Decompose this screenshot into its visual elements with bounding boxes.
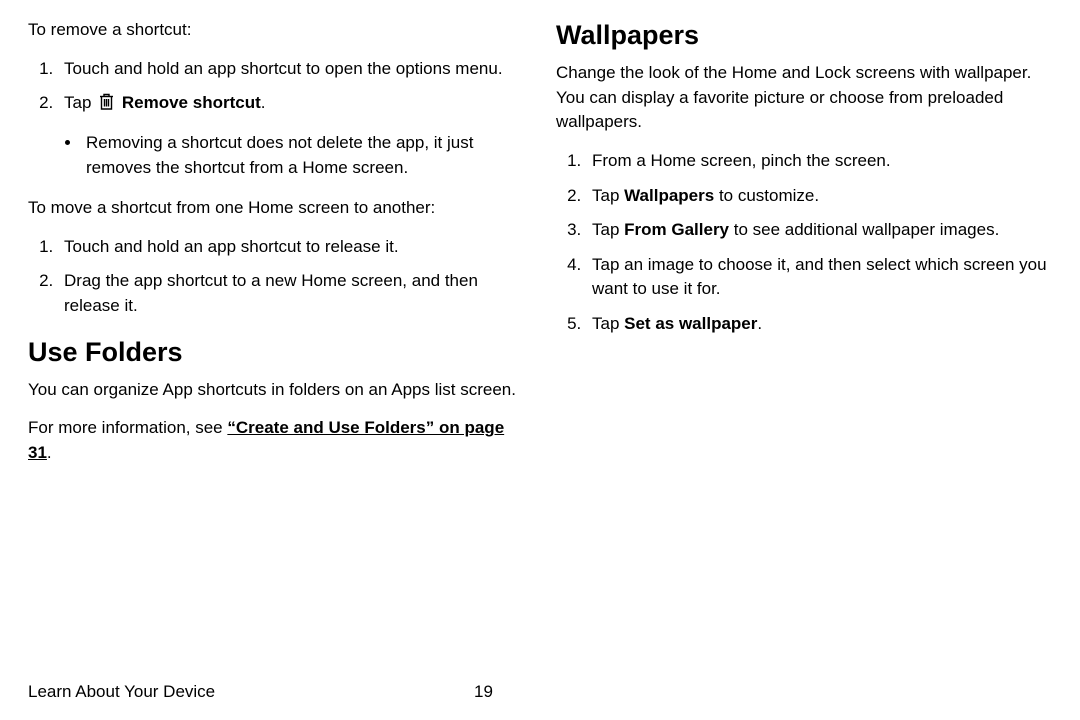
set-as-wallpaper-label: Set as wallpaper (624, 314, 757, 333)
wall-step-5: Tap Set as wallpaper. (586, 312, 1052, 337)
remove-shortcut-intro: To remove a shortcut: (28, 18, 524, 43)
page-footer: Learn About Your Device 19 (28, 682, 528, 702)
step-text-pre: Tap (592, 220, 624, 239)
left-column: To remove a shortcut: Touch and hold an … (28, 18, 524, 480)
wallpapers-label: Wallpapers (624, 186, 714, 205)
page-content: To remove a shortcut: Touch and hold an … (0, 0, 1080, 480)
step-text-post: to customize. (714, 186, 819, 205)
step-text-post: to see additional wallpaper images. (729, 220, 999, 239)
step-text-post: . (261, 93, 266, 112)
move-step-1: Touch and hold an app shortcut to releas… (58, 235, 524, 260)
use-folders-heading: Use Folders (28, 337, 524, 368)
from-gallery-label: From Gallery (624, 220, 729, 239)
wallpapers-intro: Change the look of the Home and Lock scr… (556, 61, 1052, 135)
step-text-pre: Tap (592, 314, 624, 333)
footer-section-title: Learn About Your Device (28, 682, 215, 702)
move-shortcut-steps: Touch and hold an app shortcut to releas… (28, 235, 524, 319)
wallpapers-heading: Wallpapers (556, 20, 1052, 51)
wall-step-2: Tap Wallpapers to customize. (586, 184, 1052, 209)
use-folders-ref: For more information, see “Create and Us… (28, 416, 524, 465)
wall-step-4: Tap an image to choose it, and then sele… (586, 253, 1052, 302)
trash-icon (98, 92, 115, 119)
remove-step-2: Tap Remove shortcut. (58, 91, 524, 119)
move-step-2: Drag the app shortcut to a new Home scre… (58, 269, 524, 318)
step-text-post: . (757, 314, 762, 333)
remove-shortcut-label: Remove shortcut (122, 93, 261, 112)
wall-step-3: Tap From Gallery to see additional wallp… (586, 218, 1052, 243)
ref-text-post: . (47, 443, 52, 462)
use-folders-desc: You can organize App shortcuts in folder… (28, 378, 524, 403)
page-number: 19 (474, 682, 493, 702)
step-text-pre: Tap (592, 186, 624, 205)
remove-shortcut-steps: Touch and hold an app shortcut to open t… (28, 57, 524, 119)
remove-shortcut-notes: Removing a shortcut does not delete the … (28, 131, 524, 180)
right-column: Wallpapers Change the look of the Home a… (556, 18, 1052, 480)
wall-step-1: From a Home screen, pinch the screen. (586, 149, 1052, 174)
remove-step-1: Touch and hold an app shortcut to open t… (58, 57, 524, 82)
step-text-pre: Tap (64, 93, 96, 112)
wallpapers-steps: From a Home screen, pinch the screen. Ta… (556, 149, 1052, 337)
remove-note-1: Removing a shortcut does not delete the … (82, 131, 524, 180)
ref-text-pre: For more information, see (28, 418, 227, 437)
move-shortcut-intro: To move a shortcut from one Home screen … (28, 196, 524, 221)
